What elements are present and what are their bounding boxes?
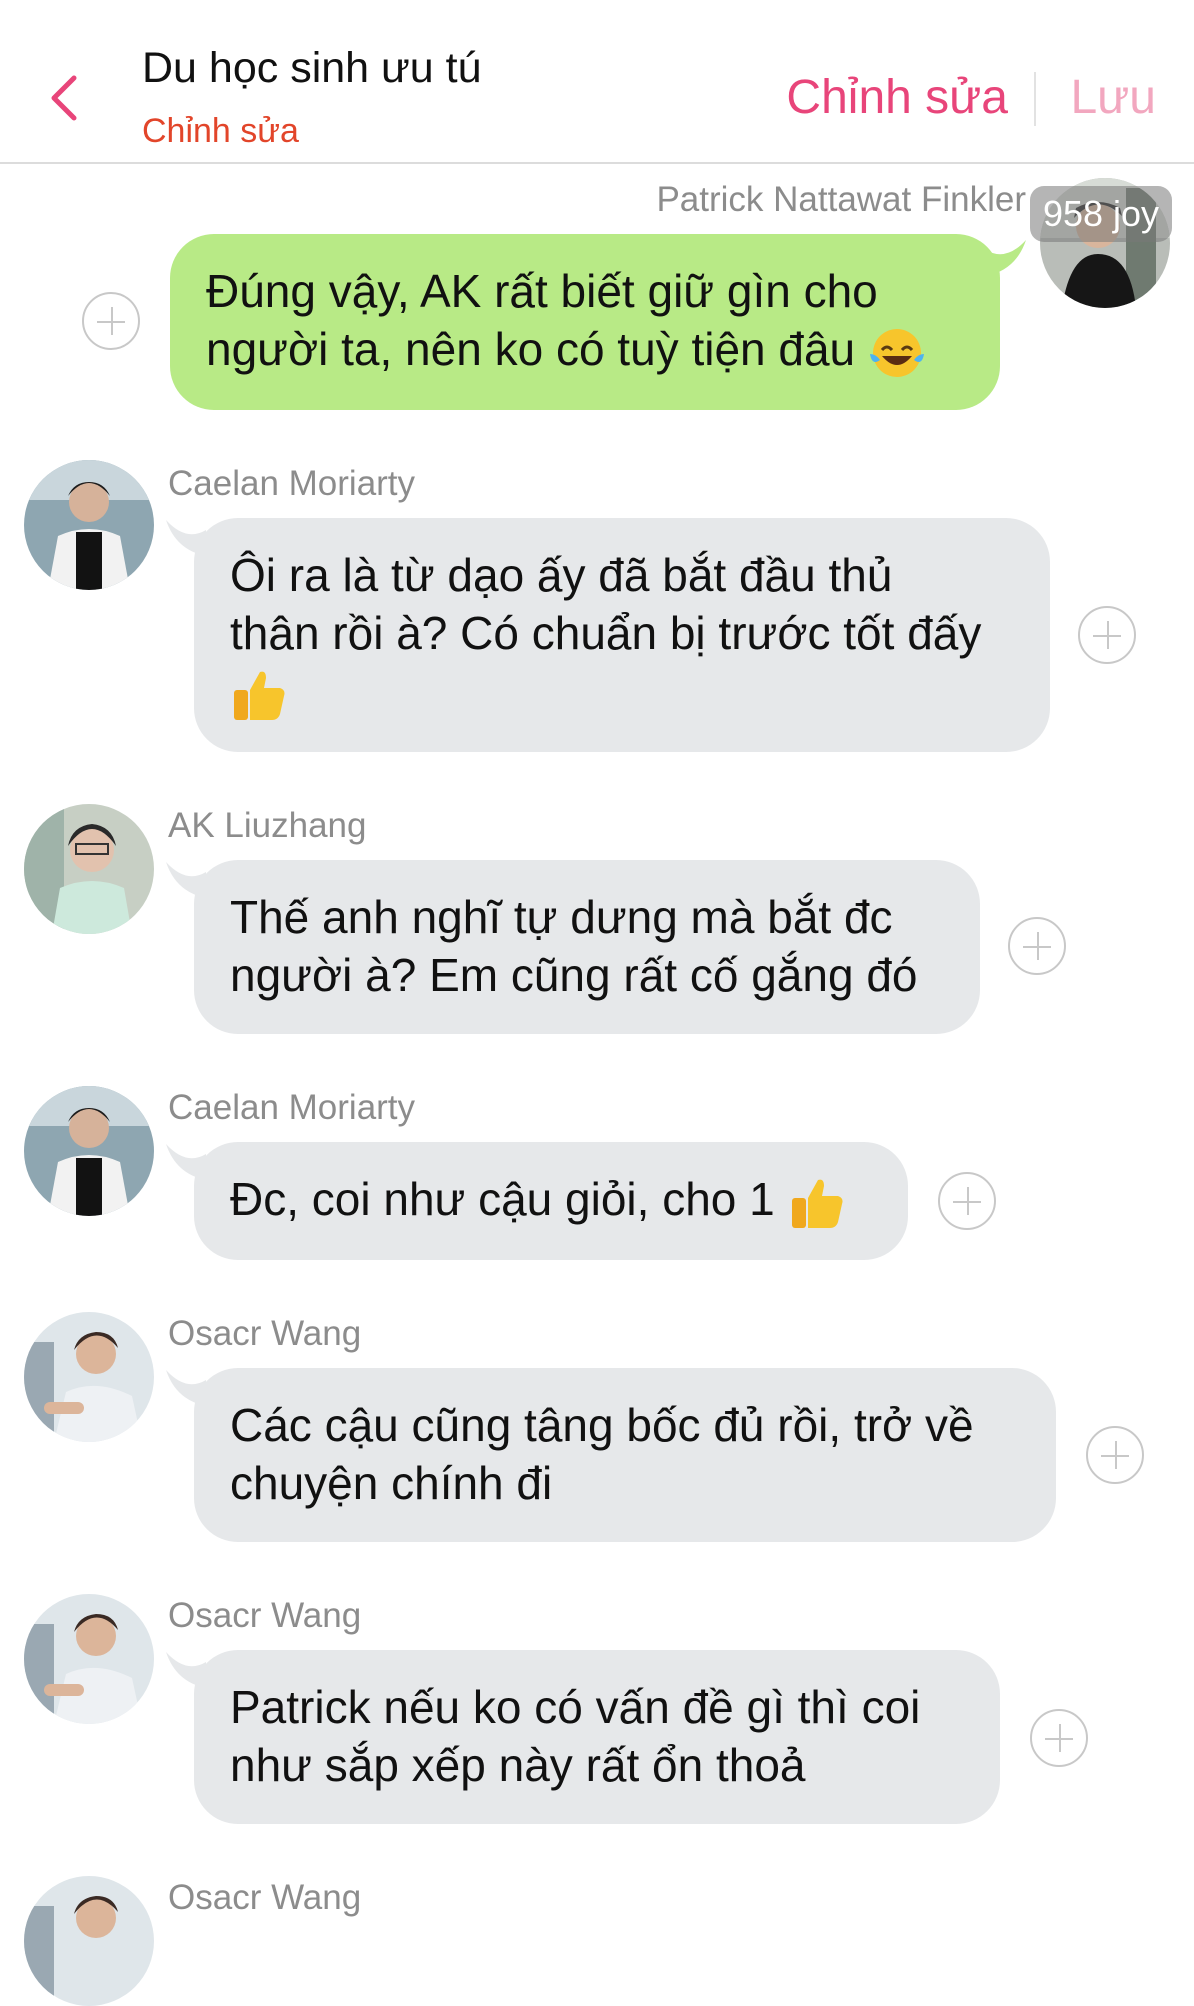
thumbs-up-icon: [791, 1179, 843, 1228]
sender-name: Osacr Wang: [168, 1314, 362, 1353]
header-divider: [1034, 72, 1036, 126]
sender-name: Osacr Wang: [168, 1878, 362, 1917]
avatar[interactable]: [24, 804, 154, 934]
message-line: Đc, coi như cậu giỏi, cho 1: [230, 1170, 872, 1232]
joy-badge: 958 joy: [1030, 186, 1172, 242]
message-line: chuyện chính đi: [230, 1457, 553, 1509]
face-with-tears-of-joy-icon: [869, 328, 924, 377]
message-line: Thế anh nghĩ tự dưng mà bắt đc: [230, 891, 893, 943]
message-line: Các cậu cũng tâng bốc đủ rồi, trở về: [230, 1399, 974, 1451]
message-line: [230, 662, 1014, 724]
chat-header: Du học sinh ưu tú Chỉnh sửa Chỉnh sửa Lư…: [0, 0, 1194, 164]
chat-title: Du học sinh ưu tú: [142, 44, 482, 92]
message-bubble[interactable]: Patrick nếu ko có vấn đề gì thì coi như …: [194, 1650, 1000, 1824]
add-reaction-button[interactable]: [82, 292, 140, 350]
avatar[interactable]: [24, 1086, 154, 1216]
message-bubble[interactable]: Ôi ra là từ dạo ấy đã bắt đầu thủ thân r…: [194, 518, 1050, 752]
sender-name: Caelan Moriarty: [168, 1088, 416, 1127]
message-line: Patrick nếu ko có vấn đề gì thì coi: [230, 1681, 921, 1733]
message-bubble[interactable]: Thế anh nghĩ tự dưng mà bắt đc người à? …: [194, 860, 980, 1034]
add-reaction-button[interactable]: [938, 1172, 996, 1230]
avatar[interactable]: [24, 1876, 154, 2006]
message-line: thân rồi à? Có chuẩn bị trước tốt đấy: [230, 607, 982, 659]
sender-name: Caelan Moriarty: [168, 464, 416, 503]
chat-subtitle[interactable]: Chỉnh sửa: [142, 112, 299, 151]
message-line: Đúng vậy, AK rất biết giữ gìn cho: [206, 265, 878, 317]
thumbs-up-icon: [234, 671, 285, 720]
add-reaction-button[interactable]: [1086, 1426, 1144, 1484]
message-line: người à? Em cũng rất cố gắng đó: [230, 949, 918, 1001]
message-line: Ôi ra là từ dạo ấy đã bắt đầu thủ: [230, 549, 893, 601]
message-line: như sắp xếp này rất ổn thoả: [230, 1739, 806, 1791]
add-reaction-button[interactable]: [1030, 1709, 1088, 1767]
add-reaction-button[interactable]: [1078, 606, 1136, 664]
message-line: người ta, nên ko có tuỳ tiện đâu: [206, 320, 964, 380]
sender-name: Osacr Wang: [168, 1596, 362, 1635]
save-button[interactable]: Lưu: [1070, 70, 1156, 125]
avatar[interactable]: [24, 460, 154, 590]
chevron-left-icon[interactable]: [46, 72, 82, 124]
edit-button[interactable]: Chỉnh sửa: [786, 70, 1008, 125]
outgoing-message-bubble[interactable]: Đúng vậy, AK rất biết giữ gìn cho người …: [170, 234, 1000, 410]
avatar[interactable]: [24, 1594, 154, 1724]
sender-name: Patrick Nattawat Finkler: [656, 180, 1026, 219]
add-reaction-button[interactable]: [1008, 917, 1066, 975]
avatar[interactable]: [24, 1312, 154, 1442]
message-bubble[interactable]: Đc, coi như cậu giỏi, cho 1: [194, 1142, 908, 1260]
message-bubble[interactable]: Các cậu cũng tâng bốc đủ rồi, trở về chu…: [194, 1368, 1056, 1542]
sender-name: AK Liuzhang: [168, 806, 367, 845]
